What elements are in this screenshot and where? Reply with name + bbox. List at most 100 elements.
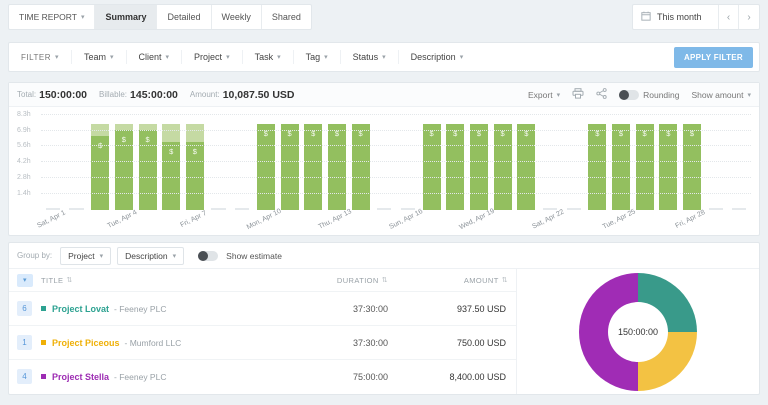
report-switch: TIME REPORT ▾ Summary Detailed Weekly Share… xyxy=(8,4,312,30)
filter-dropdown[interactable]: FILTER ▾ xyxy=(9,53,71,62)
filter-description[interactable]: Description ▾ xyxy=(397,50,476,64)
bar[interactable]: $ xyxy=(114,124,133,210)
chevron-down-icon: ▾ xyxy=(382,54,386,61)
bar-segment-billable: $ xyxy=(162,141,181,210)
bar[interactable]: $ xyxy=(91,124,110,210)
billable-dollar-icon: $ xyxy=(121,135,126,145)
tab-shared[interactable]: Shared xyxy=(262,5,311,29)
show-estimate-toggle[interactable] xyxy=(198,250,219,261)
gridline: 4.2h xyxy=(17,158,751,165)
client-name: - Feeney PLC xyxy=(114,371,167,382)
date-range-button[interactable]: This month xyxy=(633,5,719,29)
sort-icon: ⇅ xyxy=(66,277,73,284)
bar-segment-billable: $ xyxy=(493,124,512,210)
bar[interactable]: $ xyxy=(304,124,323,210)
show-amount-dropdown[interactable]: Show amount ▾ xyxy=(692,90,752,100)
y-axis-tick-label: 2.8h xyxy=(17,174,31,182)
bar[interactable]: $ xyxy=(422,124,441,210)
project-name-link[interactable]: Project Piceous xyxy=(52,338,120,348)
donut-chart[interactable]: 150:00:00 xyxy=(579,272,697,391)
chart-day: $ xyxy=(278,115,302,210)
share-button[interactable] xyxy=(596,88,607,101)
bar-segment-nonbillable xyxy=(185,124,204,142)
table-row[interactable]: 4 Project Stella - Feeney PLC 75:00:00 8,400… xyxy=(9,359,516,393)
chevron-down-icon: ▾ xyxy=(324,54,328,61)
zero-day-dash xyxy=(45,208,60,210)
chart-day: $ Tue, Apr 4 xyxy=(106,115,138,230)
x-axis-tick-label: Sat, Apr 22 xyxy=(531,208,566,231)
client-name: - Feeney PLC xyxy=(114,303,167,314)
table-row[interactable]: 6 Project Lovat - Feeney PLC 37:30:00 937.50… xyxy=(9,291,516,325)
bar[interactable]: $ xyxy=(517,124,536,210)
tab-weekly[interactable]: Weekly xyxy=(212,5,262,29)
column-amount[interactable]: AMOUNT ⇅ xyxy=(388,276,508,285)
bar[interactable]: $ xyxy=(162,124,181,210)
column-duration[interactable]: DURATION ⇅ xyxy=(268,276,388,285)
chart-day xyxy=(65,115,89,210)
donut-center: 150:00:00 xyxy=(608,301,668,362)
zero-day-dash xyxy=(732,208,747,210)
x-axis-tick-label: Tue, Apr 25 xyxy=(601,208,637,231)
apply-filter-button[interactable]: APPLY FILTER xyxy=(673,46,753,68)
select-value: Description xyxy=(125,250,168,261)
filter-client[interactable]: Client ▾ xyxy=(125,50,182,64)
column-title[interactable]: TITLE ⇅ xyxy=(41,276,268,285)
bar[interactable]: $ xyxy=(446,124,465,210)
chart-day: $ xyxy=(443,115,467,210)
summary-bar: Total: 150:00:00 Billable: 145:00:00 Amo… xyxy=(9,83,759,107)
project-name-link[interactable]: Project Stella xyxy=(52,372,109,382)
group-by-select-project[interactable]: Project ▾ xyxy=(60,246,112,265)
bar-segment-billable: $ xyxy=(469,124,488,210)
chart-day: Sat, Apr 22 xyxy=(531,115,565,230)
chart-day: $ xyxy=(420,115,444,210)
chevron-down-icon: ▾ xyxy=(747,91,751,99)
project-color-dot xyxy=(41,306,46,311)
bar[interactable]: $ xyxy=(659,124,678,210)
bar[interactable]: $ xyxy=(611,124,630,210)
bar-segment-billable: $ xyxy=(351,124,370,210)
bar-segment-billable: $ xyxy=(185,141,204,210)
chevron-down-icon: ▾ xyxy=(99,252,104,260)
bar[interactable]: $ xyxy=(682,124,701,210)
report-type-dropdown[interactable]: TIME REPORT ▾ xyxy=(9,5,96,29)
bar[interactable]: $ xyxy=(351,124,370,210)
donut-total-label: 150:00:00 xyxy=(617,326,659,337)
filter-project[interactable]: Project ▾ xyxy=(181,50,242,64)
tab-detailed[interactable]: Detailed xyxy=(157,5,212,29)
bar[interactable]: $ xyxy=(256,124,275,210)
bar[interactable]: $ xyxy=(588,124,607,210)
prev-period-button[interactable]: ‹ xyxy=(719,5,739,29)
y-axis-tick-label: 4.2h xyxy=(17,158,31,166)
amount-label: Amount: xyxy=(189,90,220,99)
bar[interactable]: $ xyxy=(469,124,488,210)
bar[interactable]: $ xyxy=(635,124,654,210)
gridline: 5.6h xyxy=(17,142,751,149)
billable-label: Billable: xyxy=(99,90,128,99)
filter-task[interactable]: Task ▾ xyxy=(241,50,293,64)
bar[interactable]: $ xyxy=(327,124,346,210)
filter-team[interactable]: Team ▾ xyxy=(70,50,126,64)
bar[interactable]: $ xyxy=(138,124,157,210)
group-by-select-description[interactable]: Description ▾ xyxy=(117,246,185,265)
project-name-link[interactable]: Project Lovat xyxy=(52,304,109,314)
bar-segment-billable: $ xyxy=(256,124,275,210)
filter-status[interactable]: Status ▾ xyxy=(339,50,398,64)
table-rows: 6 Project Lovat - Feeney PLC 37:30:00 937.50… xyxy=(9,291,516,393)
gridline: 6.9h xyxy=(17,127,751,134)
chevron-down-icon: ▾ xyxy=(165,54,170,61)
bar-segment-billable: $ xyxy=(114,130,133,210)
expand-all-button[interactable]: ▾ xyxy=(17,273,33,287)
export-dropdown[interactable]: Export ▾ xyxy=(528,90,560,100)
column-duration-label: DURATION xyxy=(336,275,379,285)
print-button[interactable] xyxy=(572,88,584,101)
filter-tag[interactable]: Tag ▾ xyxy=(292,50,340,64)
bar[interactable]: $ xyxy=(493,124,512,210)
next-period-button[interactable]: › xyxy=(739,5,759,29)
zero-day-dash xyxy=(566,208,581,210)
table-row[interactable]: 1 Project Piceous - Mumford LLC 37:30:00 750… xyxy=(9,325,516,359)
rounding-toggle[interactable] xyxy=(619,89,640,100)
gridline: 2.8h xyxy=(17,174,751,181)
bar[interactable]: $ xyxy=(280,124,299,210)
bar[interactable]: $ xyxy=(185,124,204,210)
tab-summary[interactable]: Summary xyxy=(95,5,158,29)
